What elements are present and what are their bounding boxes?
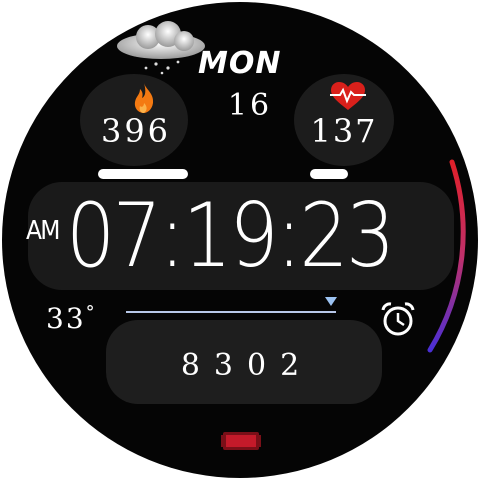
day-of-week: MON — [198, 46, 282, 81]
flame-icon — [130, 82, 158, 114]
indicator-bar-right — [310, 169, 348, 179]
watch-face: MON 16 396 137 AM 07:19:23 33° 8302 — [2, 2, 478, 478]
calories-value: 396 — [100, 112, 172, 150]
time-display: 07:19:23 — [66, 184, 395, 287]
battery-icon — [220, 430, 262, 452]
steps-value: 8302 — [180, 348, 314, 383]
temperature-unit: ° — [85, 302, 97, 323]
heart-rate-value: 137 — [310, 112, 378, 150]
progress-marker — [324, 293, 338, 306]
date-number: 16 — [227, 88, 273, 123]
progress-track — [126, 311, 336, 313]
temperature-number: 33 — [46, 302, 86, 335]
alarm-clock-icon[interactable] — [378, 300, 418, 338]
indicator-bar-left — [98, 169, 188, 179]
am-pm-indicator: AM — [26, 216, 60, 246]
temperature-value: 33° — [46, 302, 116, 335]
heart-pulse-icon — [328, 80, 368, 112]
